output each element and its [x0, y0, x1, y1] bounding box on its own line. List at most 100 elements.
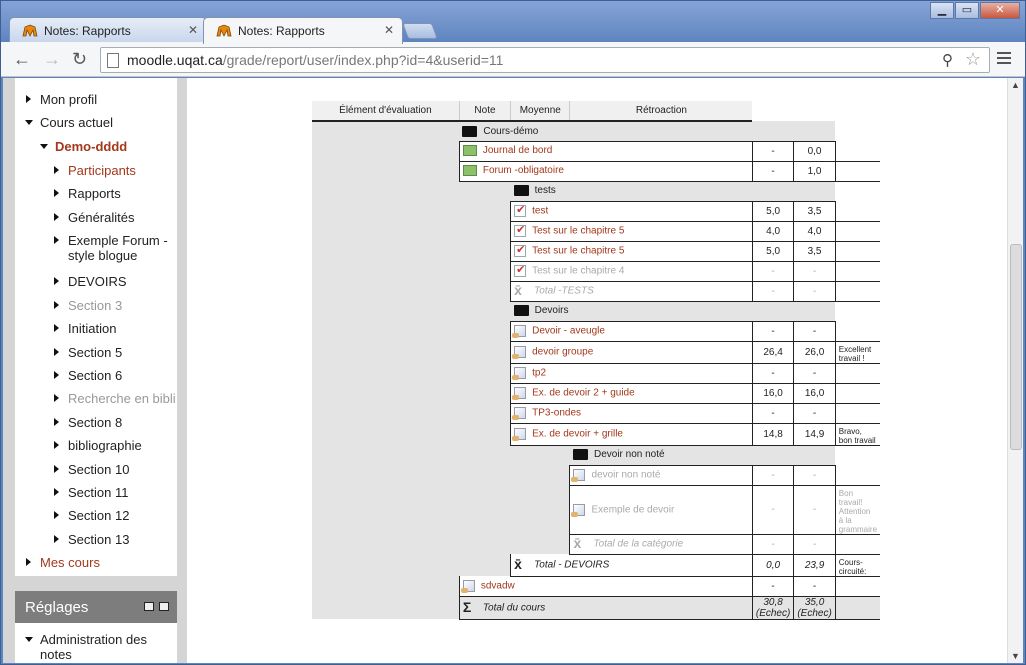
- nav-item[interactable]: Généralités: [54, 210, 134, 225]
- settings-item-grades-admin[interactable]: Administration des notes: [25, 632, 147, 662]
- nav-item[interactable]: Mon profil: [26, 92, 98, 107]
- nav-item[interactable]: Cours actuel: [25, 115, 113, 130]
- nav-item[interactable]: Section 12: [54, 508, 129, 523]
- nav-item[interactable]: bibliographie: [54, 438, 142, 453]
- address-bar[interactable]: moodle.uqat.ca/grade/report/user/index.p…: [100, 47, 990, 73]
- nav-item-label: Participants: [68, 162, 136, 178]
- menu-icon[interactable]: [997, 52, 1011, 67]
- scroll-up-icon[interactable]: ▲: [1011, 80, 1020, 90]
- collapsed-arrow-icon[interactable]: [54, 371, 59, 379]
- collapsed-arrow-icon[interactable]: [54, 488, 59, 496]
- item-link[interactable]: Ex. de devoir 2 + guide: [532, 388, 635, 399]
- nav-item[interactable]: Exemple Forum - style blogue: [54, 233, 168, 263]
- grade-row: x̄ Total -TESTS - -: [312, 281, 880, 302]
- collapsed-arrow-icon[interactable]: [54, 534, 59, 543]
- note-cell: 30,8 (Echec): [751, 596, 794, 620]
- close-tab-icon[interactable]: ✕: [188, 23, 198, 37]
- nav-item[interactable]: Section 13: [54, 532, 129, 547]
- feedback-cell: [834, 596, 880, 620]
- item-link[interactable]: Forum -obligatoire: [483, 166, 564, 177]
- nav-item-label: Mon profil: [40, 92, 98, 107]
- tab-1[interactable]: Notes: Rapports ✕: [9, 17, 207, 43]
- collapsed-arrow-icon[interactable]: [54, 324, 59, 333]
- nav-item[interactable]: Section 8: [54, 415, 122, 430]
- url-text[interactable]: moodle.uqat.ca/grade/report/user/index.p…: [127, 52, 503, 68]
- note-cell: 16,0: [751, 383, 794, 404]
- nav-item[interactable]: Initiation: [54, 321, 116, 336]
- scroll-down-icon[interactable]: ▼: [1011, 651, 1020, 661]
- nav-item[interactable]: Section 3: [54, 298, 122, 313]
- nav-item[interactable]: Section 5: [54, 345, 122, 360]
- collapse-icon[interactable]: [159, 602, 169, 611]
- scrollbar-thumb[interactable]: [1010, 244, 1022, 450]
- item-link[interactable]: devoir groupe: [532, 347, 593, 358]
- nav-item[interactable]: Section 6: [54, 368, 122, 383]
- collapsed-arrow-icon[interactable]: [54, 300, 59, 309]
- collapsed-arrow-icon[interactable]: [54, 212, 59, 221]
- indent-cell: [312, 221, 460, 241]
- collapsed-arrow-icon[interactable]: [54, 189, 59, 198]
- maximize-button[interactable]: ▭: [955, 2, 979, 19]
- assignment-icon: [571, 469, 586, 482]
- tab-2-active[interactable]: Notes: Rapports ✕: [203, 17, 403, 44]
- collapsed-arrow-icon[interactable]: [54, 417, 59, 426]
- nav-item[interactable]: Rapports: [54, 186, 121, 202]
- item-link[interactable]: TP3-ondes: [532, 408, 581, 419]
- item-link[interactable]: Test sur le chapitre 5: [532, 246, 624, 257]
- nav-item[interactable]: Recherche en bibli: [54, 391, 176, 406]
- item-link[interactable]: tp2: [532, 368, 546, 379]
- bookmark-star-icon[interactable]: ☆: [965, 49, 981, 70]
- vertical-scrollbar[interactable]: ▲ ▼: [1007, 78, 1023, 663]
- collapsed-arrow-icon[interactable]: [54, 464, 59, 473]
- minimize-button[interactable]: ▁: [930, 2, 954, 19]
- item-name-cell: Forum -obligatoire: [458, 161, 753, 182]
- expanded-arrow-icon[interactable]: [40, 143, 48, 149]
- item-name-cell: tests: [510, 181, 836, 202]
- feedback-cell: [834, 141, 880, 162]
- collapsed-arrow-icon[interactable]: [26, 558, 31, 567]
- nav-item-label: Rapports: [68, 186, 121, 202]
- item-link[interactable]: Journal de bord: [483, 146, 553, 157]
- collapsed-arrow-icon[interactable]: [54, 511, 59, 520]
- indent-cell: [312, 485, 460, 534]
- new-tab-button[interactable]: [402, 23, 438, 39]
- item-link[interactable]: Test sur le chapitre 4: [532, 266, 624, 277]
- average-cell: -: [793, 534, 836, 555]
- folder-icon: [513, 185, 529, 197]
- nav-item[interactable]: Section 10: [54, 462, 129, 477]
- collapsed-arrow-icon[interactable]: [54, 394, 59, 403]
- item-link[interactable]: Test sur le chapitre 5: [532, 226, 624, 237]
- dock-icon[interactable]: [144, 602, 154, 611]
- collapsed-arrow-icon[interactable]: [54, 277, 59, 286]
- collapsed-arrow-icon[interactable]: [54, 347, 59, 356]
- search-icon[interactable]: ⚲: [942, 51, 953, 69]
- nav-item[interactable]: Mes cours: [26, 555, 100, 570]
- item-label: Total - DEVOIRS: [534, 559, 610, 571]
- close-window-button[interactable]: ✕: [980, 2, 1020, 19]
- item-link[interactable]: test: [532, 206, 548, 217]
- nav-item[interactable]: DEVOIRS: [54, 274, 127, 289]
- average-cell: -: [793, 363, 836, 384]
- item-link[interactable]: sdvadw: [481, 581, 515, 592]
- nav-item[interactable]: Participants: [54, 162, 136, 178]
- back-icon[interactable]: ←: [13, 49, 31, 69]
- collapsed-arrow-icon[interactable]: [54, 236, 59, 244]
- collapsed-arrow-icon[interactable]: [54, 165, 59, 174]
- expanded-arrow-icon[interactable]: [25, 120, 33, 126]
- item-link[interactable]: Exemple de devoir: [591, 504, 674, 515]
- nav-item[interactable]: Section 11: [54, 485, 128, 500]
- grade-row: Ex. de devoir + grille 14,8 14,9 Bravo, bon…: [312, 423, 880, 446]
- feedback-cell: [834, 221, 880, 242]
- forward-icon[interactable]: →: [43, 49, 61, 69]
- collapsed-arrow-icon[interactable]: [26, 95, 31, 103]
- item-link[interactable]: Devoir - aveugle: [532, 326, 605, 337]
- collapsed-arrow-icon[interactable]: [54, 441, 59, 450]
- note-cell: -: [751, 281, 794, 302]
- item-link[interactable]: devoir non noté: [591, 470, 660, 481]
- reload-icon[interactable]: ↻: [72, 49, 87, 69]
- item-name-cell: tp2: [510, 363, 753, 384]
- average-cell: 3,5: [793, 201, 836, 222]
- close-tab-icon[interactable]: ✕: [384, 23, 394, 37]
- item-link[interactable]: Ex. de devoir + grille: [532, 429, 623, 440]
- nav-item[interactable]: Demo-dddd: [40, 139, 127, 154]
